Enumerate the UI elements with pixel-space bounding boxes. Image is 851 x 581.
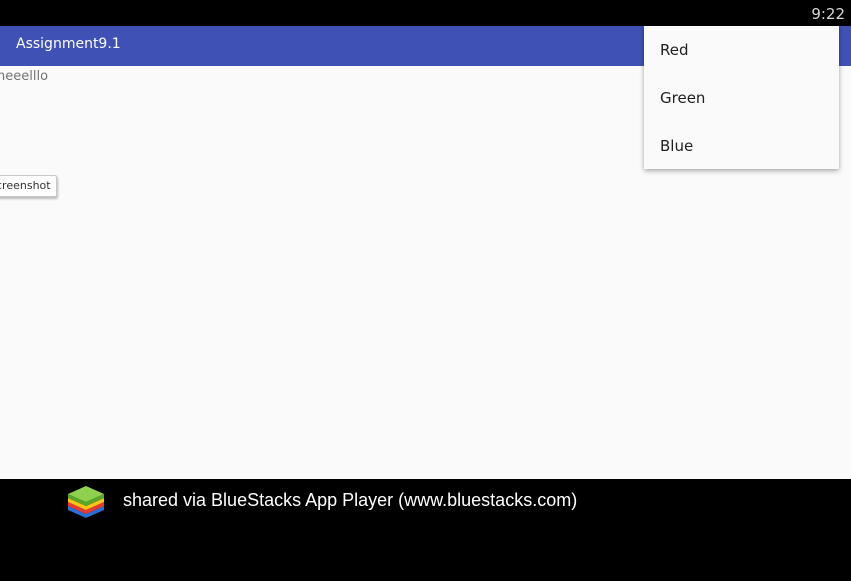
app-title: Assignment9.1 (16, 36, 121, 52)
bluestacks-footer: shared via BlueStacks App Player (www.bl… (0, 479, 851, 581)
menu-item-blue[interactable]: Blue (644, 122, 839, 170)
status-time: 9:22 (811, 5, 845, 23)
footer-text: shared via BlueStacks App Player (www.bl… (123, 490, 578, 510)
hello-text: heeelllo (0, 69, 49, 84)
status-bar: 9:22 (0, 0, 851, 26)
menu-item-green[interactable]: Green (644, 74, 839, 122)
bluestacks-logo-icon (68, 486, 104, 518)
popup-menu: Red Green Blue (644, 26, 839, 169)
screenshot-button[interactable]: creenshot (0, 175, 57, 197)
menu-item-red[interactable]: Red (644, 26, 839, 74)
